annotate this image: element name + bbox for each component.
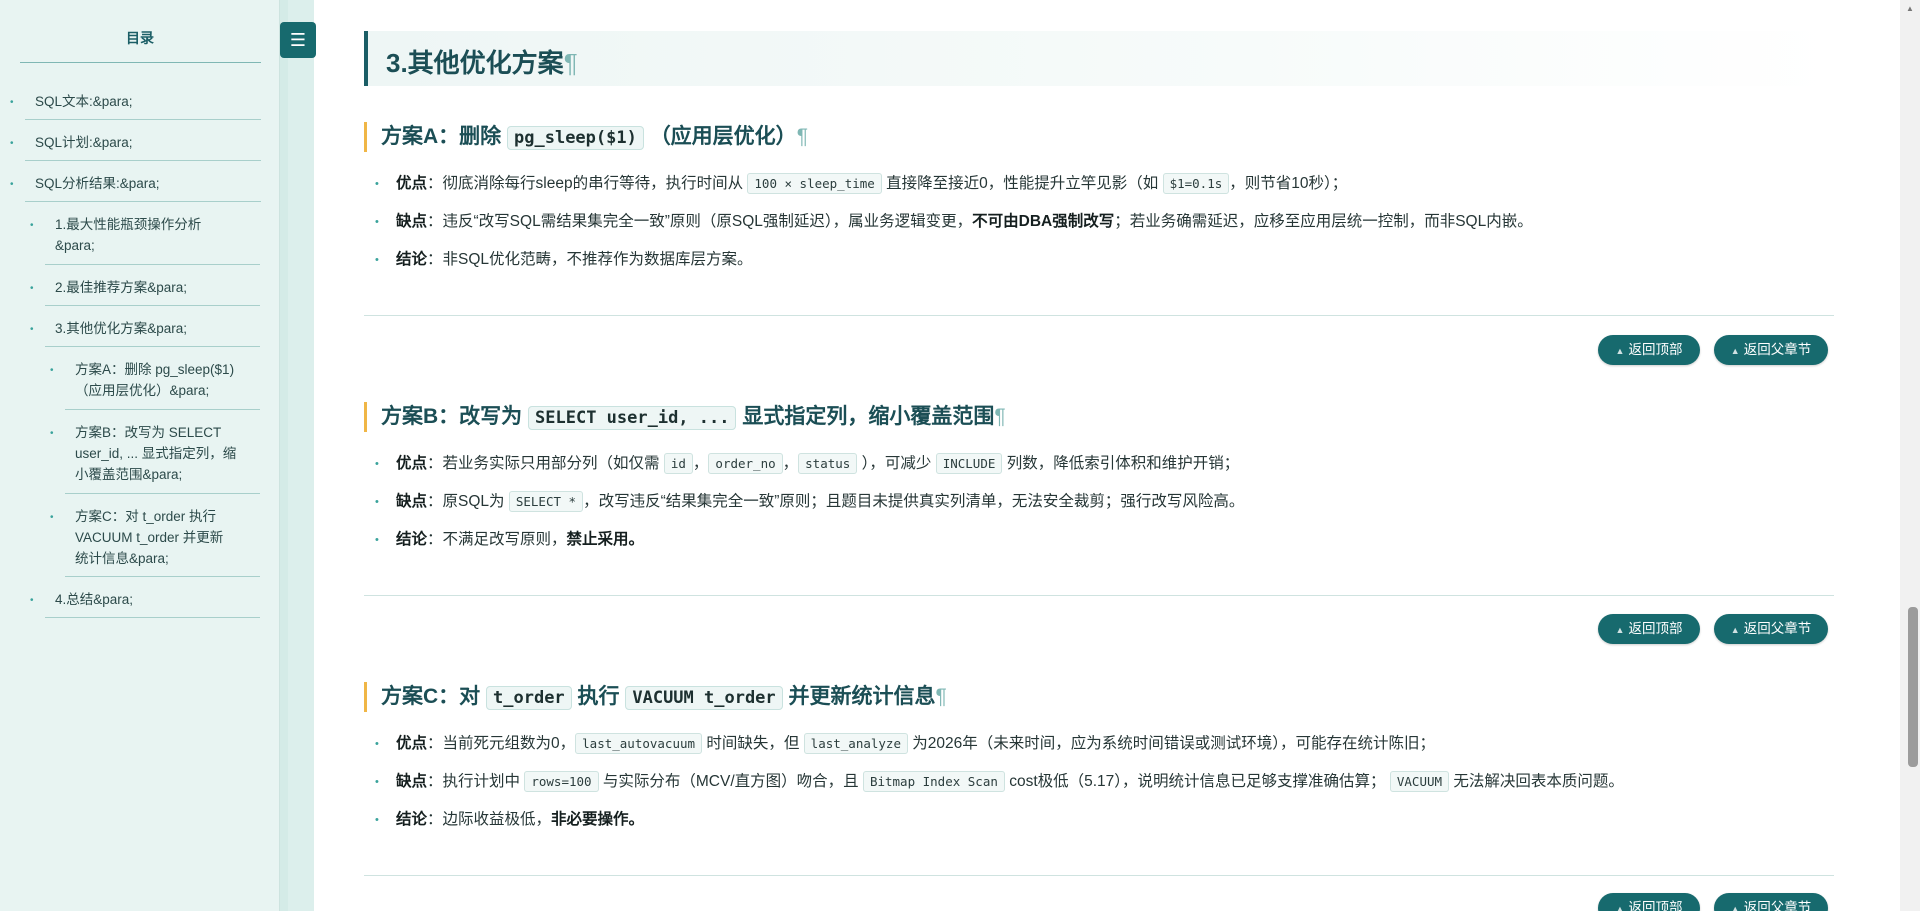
toc-divider <box>45 264 260 265</box>
toc-divider <box>45 346 260 347</box>
arrow-up-icon: ▲ <box>1730 625 1740 635</box>
bullet-icon: • <box>50 428 54 439</box>
arrow-up-icon: ▲ <box>1615 346 1625 356</box>
plan-c-cons: • 缺点：执行计划中 rows=100 与实际分布（MCV/直方图）吻合，且 B… <box>375 770 1624 794</box>
scroll-up-icon[interactable]: ▲ <box>1906 4 1914 13</box>
pilcrow-icon[interactable]: ¶ <box>797 125 808 148</box>
bullet-icon: • <box>375 776 379 788</box>
toc-divider <box>65 409 260 410</box>
toc-item-bottleneck[interactable]: • 1.最大性能瓶颈操作分析 &para; <box>30 214 201 256</box>
toc-item-plan-c[interactable]: • 方案C：对 t_order 执行 VACUUM t_order 并更新 统计… <box>50 506 223 569</box>
arrow-up-icon: ▲ <box>1615 625 1625 635</box>
toc-divider <box>45 617 260 618</box>
plan-a-pros: • 优点：彻底消除每行sleep的串行等待，执行时间从 100 × sleep_… <box>375 172 1347 196</box>
back-to-top-button[interactable]: ▲ 返回顶部 <box>1598 614 1700 644</box>
bullet-icon: • <box>375 496 379 508</box>
bullet-icon: • <box>375 254 379 266</box>
plan-b-title-code: SELECT user_id, ... <box>528 406 737 430</box>
toc-item-plan-a[interactable]: • 方案A：删除 pg_sleep($1) （应用层优化）&para; <box>50 359 234 401</box>
plan-b-pros: • 优点：若业务实际只用部分列（如仅需 id， order_no， status ）… <box>375 452 1239 476</box>
bullet-icon: • <box>30 595 34 606</box>
bullet-icon: • <box>375 738 379 750</box>
divider <box>364 315 1834 316</box>
pilcrow-icon[interactable]: ¶ <box>936 685 947 708</box>
plan-a-title-code: pg_sleep($1) <box>507 126 644 150</box>
main-content: 3.其他优化方案¶ 方案A：删除 pg_sleep($1) （应用层优化）¶ •… <box>314 0 1900 911</box>
plan-c-title-code: t_order <box>486 686 572 710</box>
bullet-icon: • <box>10 138 14 149</box>
divider <box>364 595 1834 596</box>
plan-c-title-code: VACUUM t_order <box>625 686 783 710</box>
bullet-icon: • <box>50 365 54 376</box>
bullet-icon: • <box>375 534 379 546</box>
toc-divider <box>25 160 261 161</box>
bullet-icon: • <box>50 512 54 523</box>
section-heading: 3.其他优化方案¶ <box>386 48 578 78</box>
toc-divider <box>45 305 260 306</box>
sidebar-edge-inner <box>288 0 314 911</box>
plan-b-cons: • 缺点：原SQL为 SELECT * ，改写违反“结果集完全一致”原则；且题目未… <box>375 490 1244 514</box>
toc-divider <box>25 201 261 202</box>
bullet-icon: • <box>10 97 14 108</box>
arrow-up-icon: ▲ <box>1730 904 1740 911</box>
plan-b-heading: 方案B：改写为 SELECT user_id, ... 显式指定列，缩小覆盖范围… <box>364 402 1006 432</box>
bullet-icon: • <box>30 324 34 335</box>
bullet-icon: • <box>375 178 379 190</box>
plan-b-conclusion: • 结论：不满足改写原则，禁止采用。 <box>375 528 644 552</box>
toc-divider <box>65 576 260 577</box>
plan-c-pros: • 优点：当前死元组数为0， last_autovacuum 时间缺失，但 las… <box>375 732 1435 756</box>
plan-a-cons: • 缺点：违反“改写SQL需结果集完全一致”原则（原SQL强制延迟），属业务逻辑… <box>375 210 1533 234</box>
back-to-top-button[interactable]: ▲ 返回顶部 <box>1598 893 1700 911</box>
toc-item-sql-text[interactable]: • SQL文本:&para; <box>10 91 133 112</box>
plan-a-heading: 方案A：删除 pg_sleep($1) （应用层优化）¶ <box>364 122 808 152</box>
scrollbar-thumb[interactable] <box>1908 607 1918 767</box>
toc-item-sql-analysis[interactable]: • SQL分析结果:&para; <box>10 173 160 194</box>
toc-item-summary[interactable]: • 4.总结&para; <box>30 589 133 610</box>
back-to-parent-button[interactable]: ▲ 返回父章节 <box>1714 335 1828 365</box>
toc-item-sql-plan[interactable]: • SQL计划:&para; <box>10 132 133 153</box>
toc-title: 目录 <box>126 30 154 46</box>
menu-toggle-button[interactable]: ☰ <box>280 22 316 58</box>
toc-item-other-plans[interactable]: • 3.其他优化方案&para; <box>30 318 187 339</box>
plan-c-heading: 方案C：对 t_order 执行 VACUUM t_order 并更新统计信息¶ <box>364 682 947 712</box>
menu-icon: ☰ <box>289 30 307 50</box>
bullet-icon: • <box>375 458 379 470</box>
back-to-top-button[interactable]: ▲ 返回顶部 <box>1598 335 1700 365</box>
bullet-icon: • <box>10 179 14 190</box>
pilcrow-icon[interactable]: ¶ <box>564 48 578 78</box>
back-to-parent-button[interactable]: ▲ 返回父章节 <box>1714 614 1828 644</box>
toc-title-divider <box>20 62 261 63</box>
bullet-icon: • <box>375 216 379 228</box>
bullet-icon: • <box>30 220 34 231</box>
bullet-icon: • <box>30 283 34 294</box>
arrow-up-icon: ▲ <box>1615 904 1625 911</box>
plan-a-conclusion: • 结论：非SQL优化范畴，不推荐作为数据库层方案。 <box>375 248 753 272</box>
scrollbar[interactable] <box>1900 0 1920 911</box>
toc-item-plan-b[interactable]: • 方案B：改写为 SELECT user_id, ... 显式指定列，缩 小覆… <box>50 422 236 485</box>
section-heading-bar <box>364 31 1834 86</box>
toc-divider <box>25 119 261 120</box>
toc-item-best-plan[interactable]: • 2.最佳推荐方案&para; <box>30 277 187 298</box>
toc-divider <box>65 493 260 494</box>
bullet-icon: • <box>375 814 379 826</box>
pilcrow-icon[interactable]: ¶ <box>994 405 1005 428</box>
back-to-parent-button[interactable]: ▲ 返回父章节 <box>1714 893 1828 911</box>
divider <box>364 875 1834 876</box>
plan-c-conclusion: • 结论：边际收益极低，非必要操作。 <box>375 808 644 832</box>
arrow-up-icon: ▲ <box>1730 346 1740 356</box>
